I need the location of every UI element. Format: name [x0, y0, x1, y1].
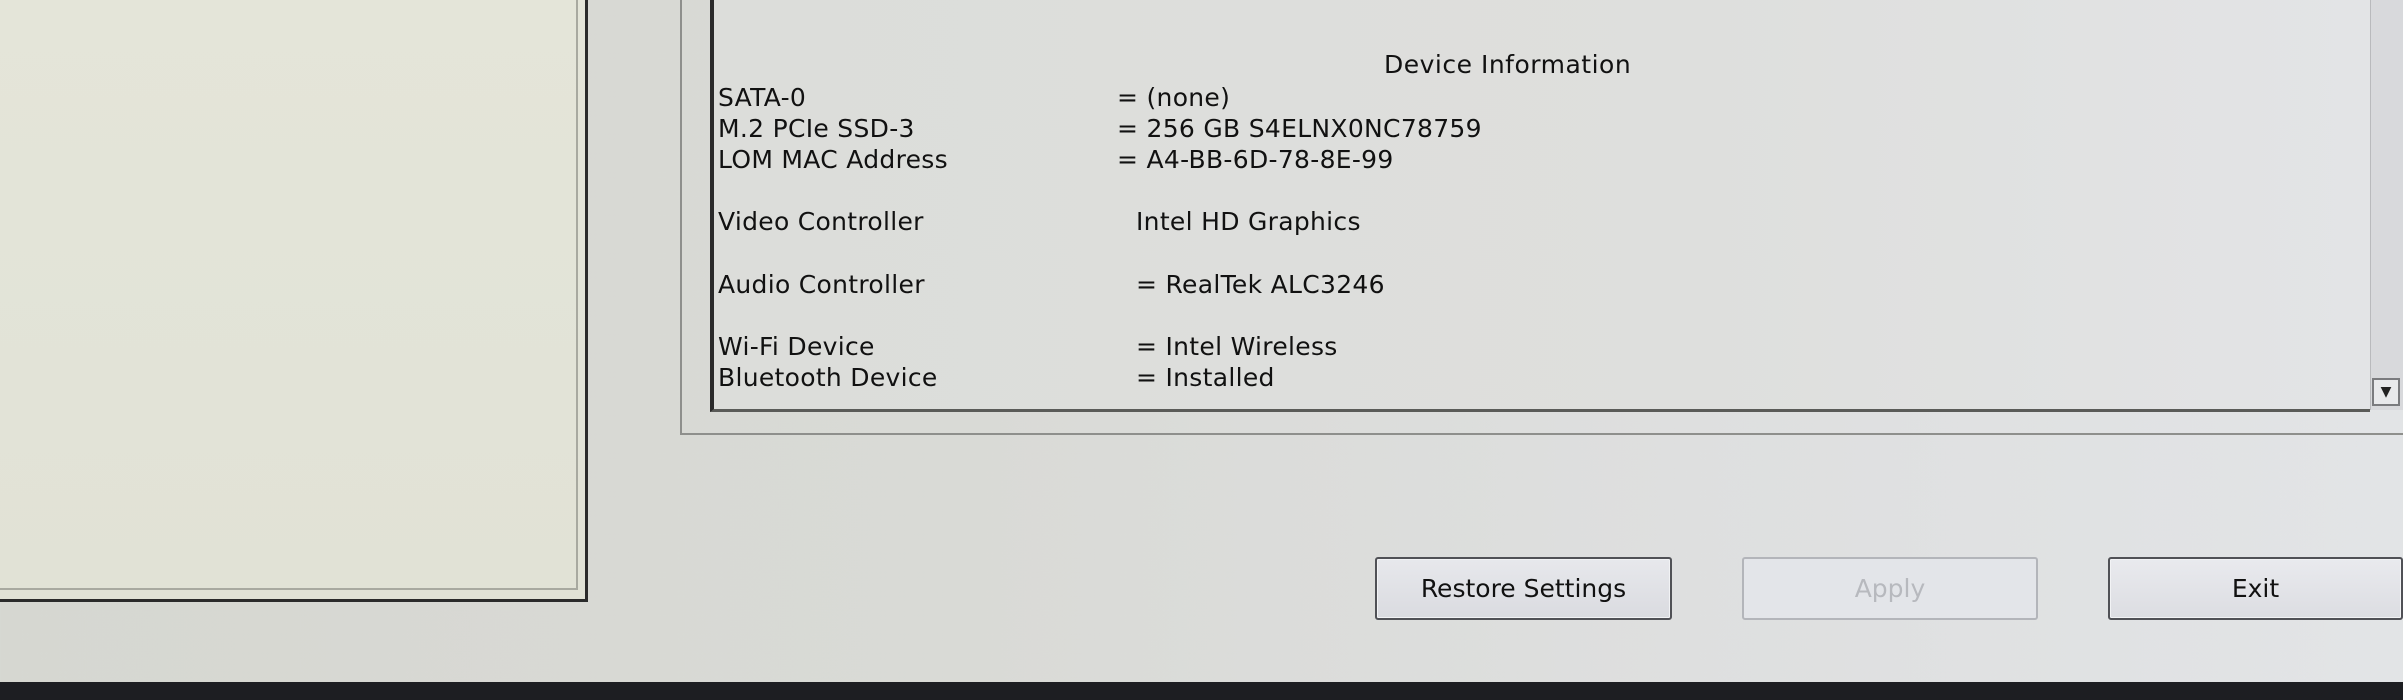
- screen-bottom-edge: [0, 682, 2403, 700]
- info-row-bluetooth-device: Bluetooth Device = Installed: [718, 363, 2318, 395]
- info-row-video-controller: Video Controller Intel HD Graphics: [718, 207, 2318, 239]
- info-value: = A4-BB-6D-78-8E-99: [1117, 145, 1394, 174]
- info-label: SATA-0: [718, 83, 807, 112]
- info-value: = Intel Wireless: [1136, 332, 1338, 361]
- info-row-m2-pcie-ssd: M.2 PCIe SSD-3 = 256 GB S4ELNX0NC78759: [718, 114, 2318, 146]
- exit-button[interactable]: Exit: [2108, 557, 2403, 620]
- info-row-wifi-device: Wi-Fi Device = Intel Wireless: [718, 332, 2318, 364]
- info-value: Intel HD Graphics: [1136, 207, 1361, 236]
- info-label: Audio Controller: [718, 270, 925, 299]
- navigation-panel: [0, 0, 588, 602]
- info-row-audio-controller: Audio Controller = RealTek ALC3246: [718, 270, 2318, 302]
- info-value: = 256 GB S4ELNX0NC78759: [1117, 114, 1482, 143]
- info-label: LOM MAC Address: [718, 145, 948, 174]
- info-row-lom-mac-address: LOM MAC Address = A4-BB-6D-78-8E-99: [718, 145, 2318, 177]
- info-label: M.2 PCIe SSD-3: [718, 114, 915, 143]
- apply-button[interactable]: Apply: [1742, 557, 2038, 620]
- info-label: Wi-Fi Device: [718, 332, 875, 361]
- info-label: Video Controller: [718, 207, 924, 236]
- restore-settings-button[interactable]: Restore Settings: [1375, 557, 1672, 620]
- device-information-title: Device Information: [1384, 50, 1632, 79]
- info-label: Bluetooth Device: [718, 363, 938, 392]
- scroll-down-arrow-icon[interactable]: ▼: [2372, 378, 2400, 406]
- info-row-sata-0: SATA-0 = (none): [718, 83, 2318, 115]
- info-value: = RealTek ALC3246: [1136, 270, 1385, 299]
- info-value: = (none): [1117, 83, 1231, 112]
- navigation-panel-inner-border: [0, 0, 578, 590]
- info-value: = Installed: [1136, 363, 1275, 392]
- info-panel-scrollbar[interactable]: [2370, 0, 2403, 410]
